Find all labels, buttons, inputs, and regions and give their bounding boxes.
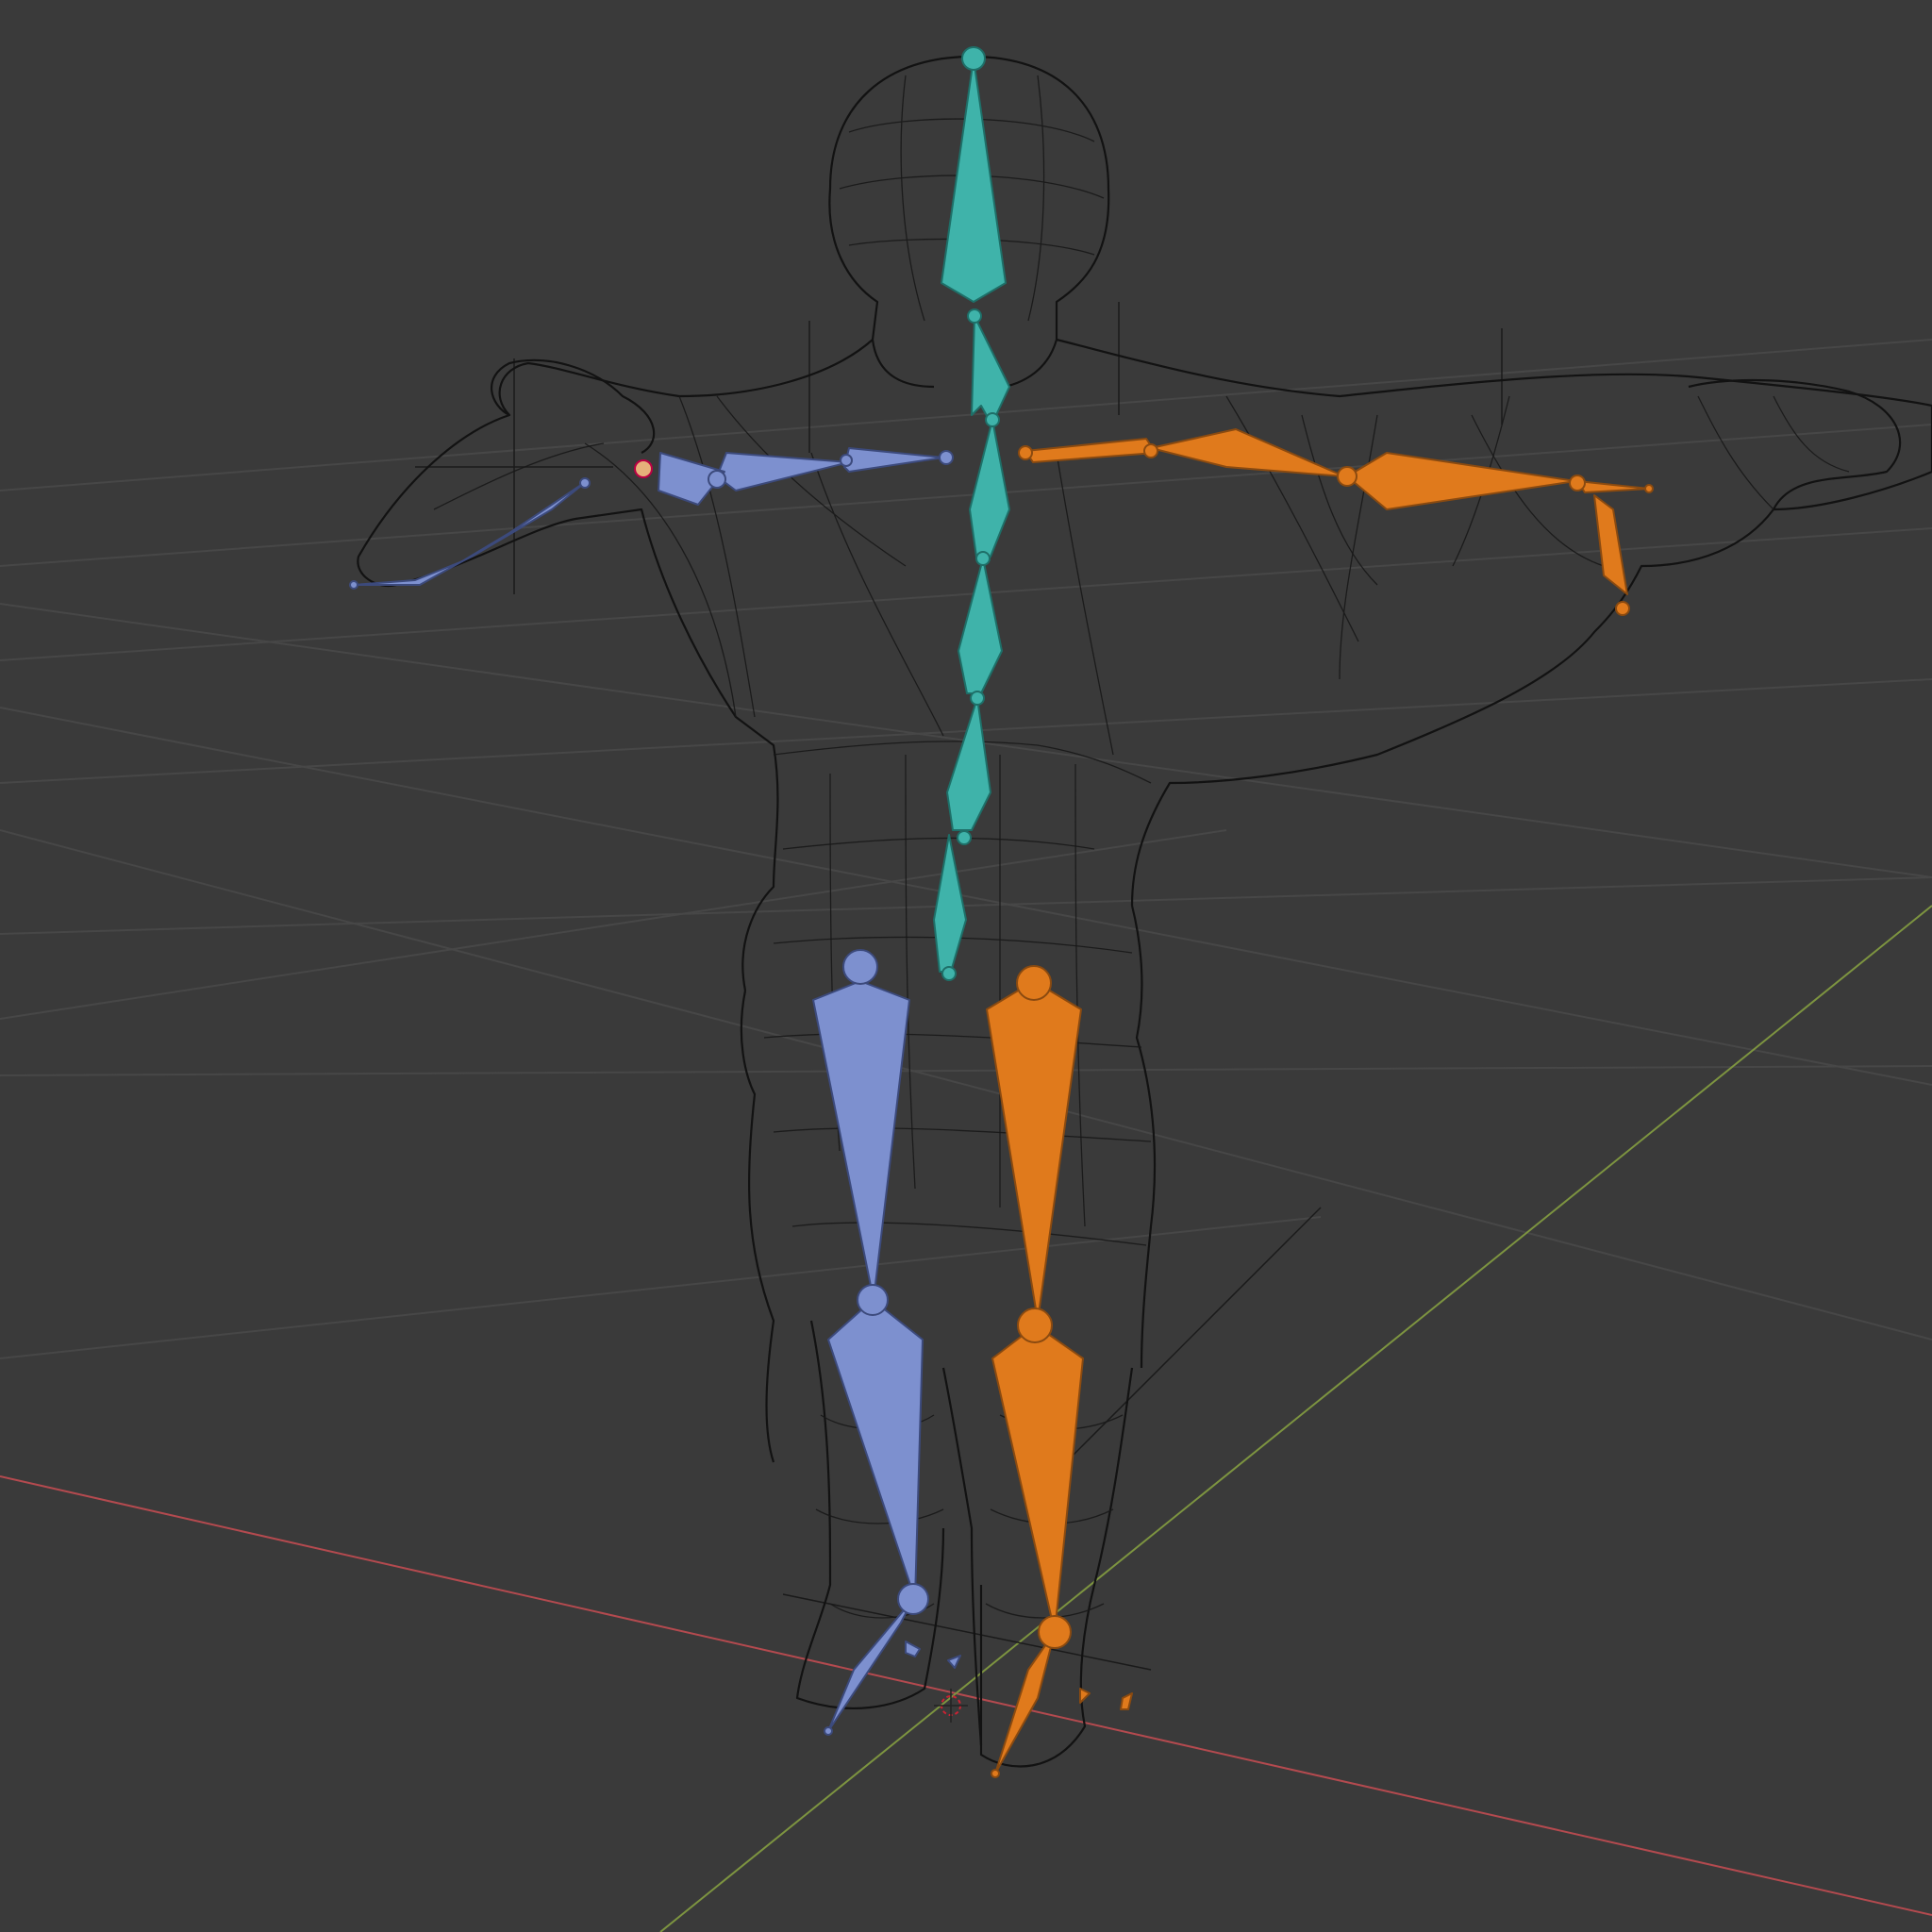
joint-spine-upper (975, 551, 991, 566)
bone-foot-left (827, 1598, 914, 1732)
bones-center[interactable] (933, 46, 1010, 981)
bone-shoulder-left (843, 447, 944, 473)
bone-toe-left (905, 1641, 921, 1657)
bone-toe2-right (1120, 1692, 1133, 1710)
x-axis-line (0, 1475, 1932, 1916)
joint-neck (967, 308, 982, 324)
joint-hand-left (579, 477, 591, 489)
joint-toe-left (824, 1726, 833, 1736)
bones-left[interactable] (349, 447, 961, 1736)
character-mesh-wireframe[interactable] (357, 55, 1932, 1768)
bone-spine-3 (969, 419, 1010, 558)
joint-shoulder-left (939, 450, 954, 465)
joint-wrist-left (708, 470, 726, 489)
3d-cursor-icon[interactable] (934, 1689, 968, 1723)
joint-ankle-right (1038, 1615, 1072, 1649)
bone-forearm-right (1346, 452, 1576, 510)
bone-upper-arm-right (1150, 428, 1345, 477)
joint-hip-left (842, 949, 878, 985)
bone-shin-right (991, 1324, 1084, 1633)
joint-finger-right (1644, 484, 1654, 493)
bone-toe2-left (947, 1655, 961, 1669)
joint-elbow-left (840, 454, 853, 467)
bone-head (941, 58, 1007, 303)
joint-toe-right (991, 1769, 1000, 1778)
bone-upper-arm-left (716, 452, 850, 491)
joint-finger-left (349, 580, 358, 590)
bone-spine-1 (946, 697, 991, 831)
floor-grid (0, 339, 1932, 1359)
bone-thigh-right (986, 980, 1082, 1322)
bone-toe-right (1079, 1688, 1091, 1704)
bone-spine-2 (958, 558, 1003, 694)
joint-spine-mid (970, 691, 985, 706)
bone-hips (933, 834, 967, 973)
joint-wrist-right (1337, 466, 1357, 487)
joint-ankle-left (897, 1583, 929, 1615)
joint-chest (985, 412, 1000, 427)
joint-head-top (961, 46, 986, 71)
bone-foot-right (994, 1631, 1056, 1774)
joint-shoulder-right (1018, 445, 1033, 460)
bone-shoulder-right (1024, 438, 1157, 463)
joint-knee-right (1017, 1307, 1053, 1343)
empty-cross-icon[interactable] (415, 302, 1503, 1671)
joint-elbow-right (1143, 443, 1158, 458)
bone-neck (971, 315, 1010, 424)
bone-thigh-left (812, 980, 910, 1301)
bone-finger-right (1593, 494, 1628, 595)
bones-right[interactable] (986, 428, 1654, 1778)
joint-hand-right (1569, 475, 1586, 491)
joint-thumb-right (1615, 601, 1630, 616)
joint-spine-lower (957, 830, 972, 845)
viewport-canvas[interactable] (0, 0, 1932, 1932)
bone-shin-left (827, 1299, 924, 1600)
bone-hand-right (1576, 480, 1650, 493)
joint-pelvis (941, 966, 957, 981)
joint-hip-right (1016, 965, 1052, 1001)
3d-viewport[interactable] (0, 0, 1932, 1932)
joint-knee-left (857, 1284, 889, 1316)
selected-bone-marker[interactable] (634, 459, 653, 478)
